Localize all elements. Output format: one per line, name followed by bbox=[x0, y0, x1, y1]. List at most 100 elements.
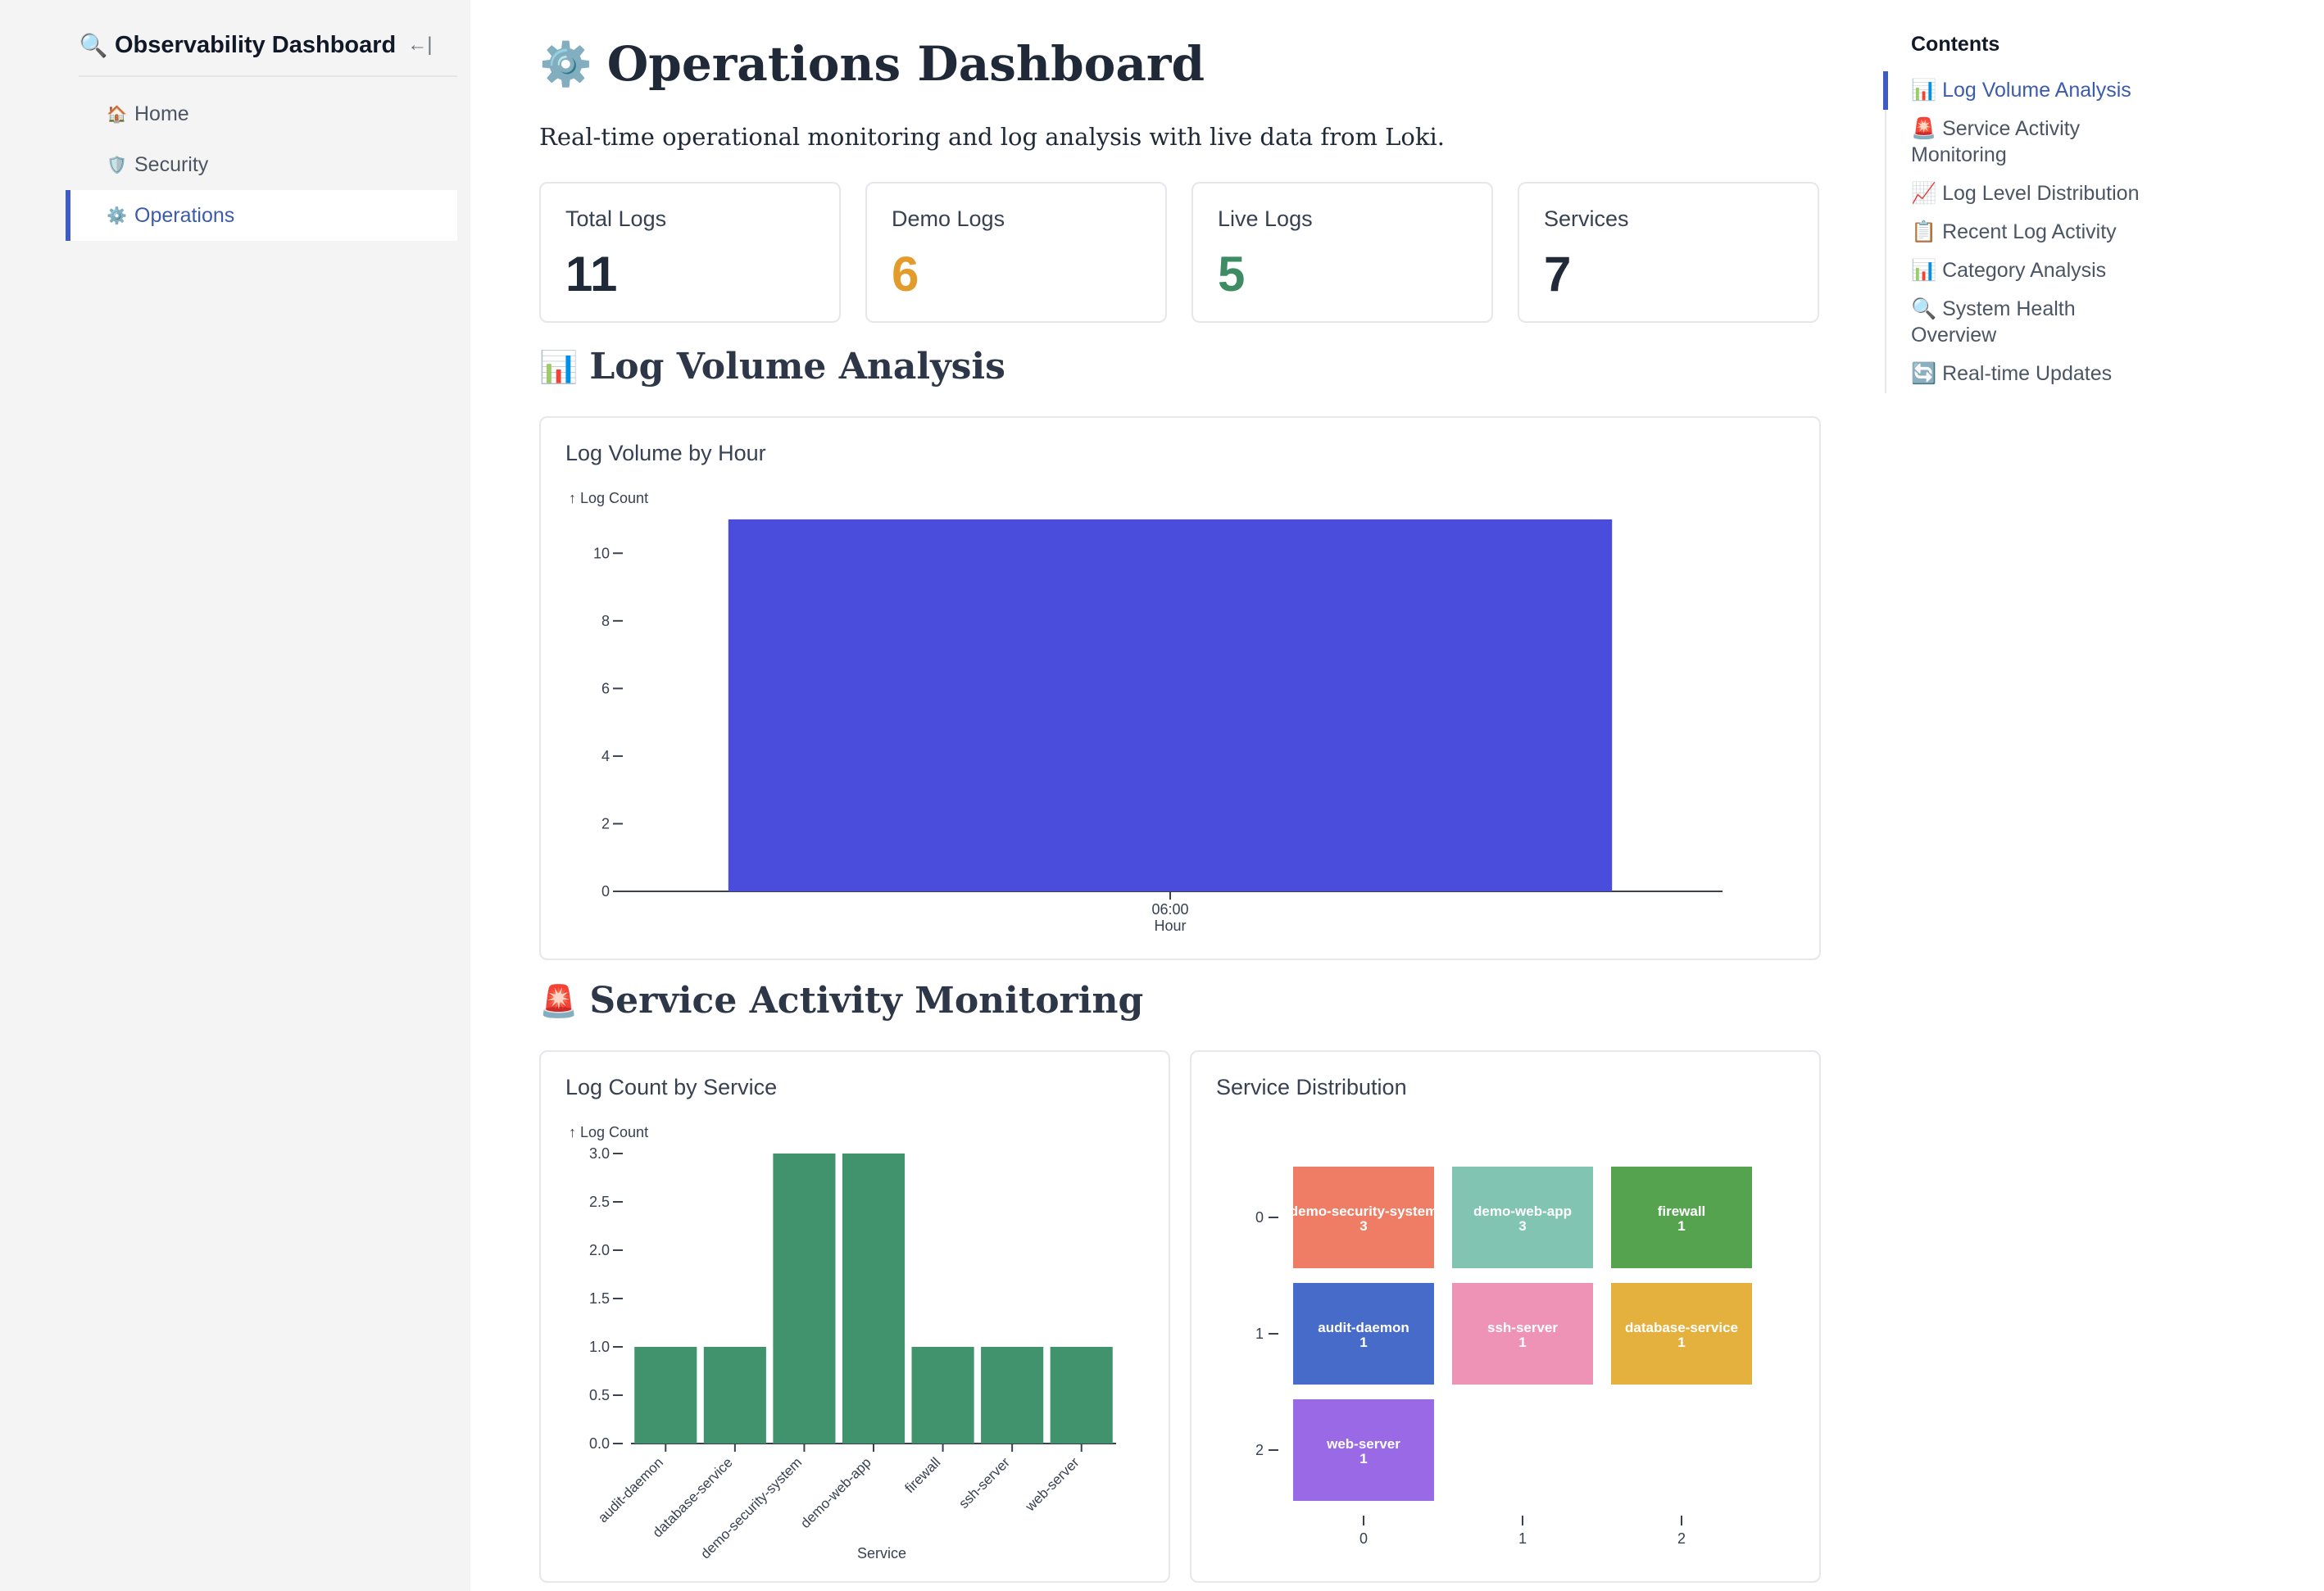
x-tick-label: 06:00 bbox=[1151, 901, 1188, 918]
bar bbox=[728, 519, 1613, 891]
stat-label: Services bbox=[1544, 206, 1629, 231]
stat-value: 5 bbox=[1218, 247, 1246, 301]
sidebar-item-operations[interactable]: ⚙️ Operations bbox=[66, 190, 457, 241]
cell-label: ssh-server bbox=[1487, 1320, 1558, 1335]
sidebar-item-security[interactable]: 🛡️ Security bbox=[66, 139, 457, 190]
sidebar-item-label: Operations bbox=[134, 203, 235, 227]
y-tick-label: 10 bbox=[593, 545, 610, 561]
cell-label: firewall bbox=[1658, 1203, 1706, 1219]
service-distribution-chart: 0120 1 2demo-security-system3demo-web-app3… bbox=[1255, 1167, 1752, 1547]
stat-card-live-logs: Live Logs 5 bbox=[1192, 182, 1493, 323]
y-tick-label: 3.0 bbox=[589, 1145, 610, 1162]
shield-icon: 🛡️ bbox=[107, 156, 127, 175]
y-tick-label: 6 bbox=[601, 680, 610, 696]
stat-card-total-logs: Total Logs 11 bbox=[539, 182, 841, 323]
log-volume-by-hour-chart: ↑ Log Count 0 2 4 6 8 10 06:00Hour bbox=[569, 490, 1723, 934]
y-tick-label: 2.5 bbox=[589, 1194, 610, 1210]
x-tick-label: firewall bbox=[902, 1454, 944, 1496]
stat-card-demo-logs: Demo Logs 6 bbox=[865, 182, 1167, 323]
x-tick-label: ssh-server bbox=[955, 1454, 1013, 1512]
cell-value: 3 bbox=[1359, 1218, 1367, 1234]
toc-item-log-level-distribution[interactable]: 📈 Log Level Distribution bbox=[1886, 175, 2157, 213]
y-tick-label: 0.5 bbox=[589, 1387, 610, 1403]
stat-value: 11 bbox=[565, 247, 618, 301]
x-tick-label: audit-daemon bbox=[595, 1454, 666, 1525]
sidebar-item-home[interactable]: 🏠 Home bbox=[66, 88, 457, 139]
section-heading-text: Service Activity Monitoring bbox=[589, 980, 1144, 1022]
cell-label: audit-daemon bbox=[1318, 1320, 1409, 1335]
gear-icon: ⚙️ bbox=[107, 206, 127, 225]
sidebar: 🔍 Observability Dashboard ←| 🏠 Home 🛡️ S… bbox=[0, 0, 470, 1591]
bar-chart-icon: 📊 bbox=[539, 347, 579, 385]
bar bbox=[842, 1154, 906, 1444]
table-of-contents: Contents 📊 Log Volume Analysis 🚨 Service… bbox=[1883, 33, 2229, 393]
toc-item-category-analysis[interactable]: 📊 Category Analysis bbox=[1886, 252, 2157, 290]
stat-label: Live Logs bbox=[1218, 206, 1313, 231]
cell-label: demo-web-app bbox=[1473, 1203, 1572, 1219]
cell-label: database-service bbox=[1625, 1320, 1738, 1335]
y-axis-label: ↑ Log Count bbox=[569, 490, 648, 506]
sidebar-nav: 🏠 Home 🛡️ Security ⚙️ Operations bbox=[66, 88, 457, 241]
section-heading-log-volume: 📊 Log Volume Analysis bbox=[539, 346, 1005, 388]
gear-icon: ⚙️ bbox=[539, 39, 592, 89]
page-subtitle: Real-time operational monitoring and log… bbox=[539, 123, 1445, 151]
cell-value: 3 bbox=[1518, 1218, 1526, 1234]
stat-value: 7 bbox=[1544, 247, 1572, 301]
cell-value: 1 bbox=[1518, 1335, 1526, 1350]
stat-card-services: Services 7 bbox=[1518, 182, 1819, 323]
toc-item-real-time-updates[interactable]: 🔄 Real-time Updates bbox=[1886, 355, 2157, 393]
y-axis-label: ↑ Log Count bbox=[569, 1124, 648, 1140]
y-tick-label: 1.5 bbox=[589, 1290, 610, 1307]
x-tick-label: 1 bbox=[1518, 1530, 1527, 1547]
y-tick-label: 0.0 bbox=[589, 1435, 610, 1452]
page-title-text: Operations Dashboard bbox=[606, 36, 1205, 92]
chart-card-log-count-by-service: Log Count by Service ↑ Log Count 0.0 0.5 1.… bbox=[539, 1050, 1170, 1583]
x-axis-label: Service bbox=[857, 1545, 906, 1562]
x-tick-label: 0 bbox=[1359, 1530, 1368, 1547]
page-title: ⚙️ Operations Dashboard bbox=[539, 36, 1205, 92]
x-tick-label: web-server bbox=[1022, 1454, 1083, 1515]
collapse-sidebar-icon[interactable]: ←| bbox=[407, 34, 432, 57]
y-tick-label: 8 bbox=[601, 613, 610, 629]
cell-value: 1 bbox=[1359, 1335, 1367, 1350]
stat-value: 6 bbox=[892, 247, 919, 301]
y-tick-label: 0 bbox=[1255, 1209, 1264, 1226]
sidebar-item-label: Home bbox=[134, 102, 189, 125]
bar bbox=[1050, 1347, 1113, 1444]
cell-label: demo-security-system bbox=[1290, 1203, 1437, 1219]
sidebar-header: 🔍 Observability Dashboard ←| bbox=[79, 15, 457, 77]
toc-item-log-volume-analysis[interactable]: 📊 Log Volume Analysis bbox=[1883, 71, 2157, 110]
toc-item-system-health-overview[interactable]: 🔍 System Health Overview bbox=[1886, 290, 2099, 355]
stat-label: Demo Logs bbox=[892, 206, 1005, 231]
toc-item-recent-log-activity[interactable]: 📋 Recent Log Activity bbox=[1886, 213, 2157, 252]
toc-item-service-activity-monitoring[interactable]: 🚨 Service Activity Monitoring bbox=[1886, 110, 2099, 175]
cell-value: 1 bbox=[1677, 1218, 1685, 1234]
toc-list: 📊 Log Volume Analysis 🚨 Service Activity… bbox=[1883, 71, 2229, 393]
alarm-light-icon: 🚨 bbox=[539, 981, 579, 1019]
x-tick-label: demo-web-app bbox=[797, 1454, 874, 1531]
cell-value: 1 bbox=[1677, 1335, 1685, 1350]
x-axis-label: Hour bbox=[1154, 918, 1186, 934]
y-tick-label: 2 bbox=[601, 815, 610, 832]
bar bbox=[981, 1347, 1044, 1444]
toc-title: Contents bbox=[1911, 33, 2000, 56]
y-tick-label: 1.0 bbox=[589, 1339, 610, 1355]
section-heading-service-activity: 🚨 Service Activity Monitoring bbox=[539, 980, 1143, 1022]
sidebar-item-label: Security bbox=[134, 152, 209, 176]
app-title[interactable]: Observability Dashboard bbox=[115, 32, 396, 59]
y-tick-label: 2.0 bbox=[589, 1242, 610, 1258]
stat-label: Total Logs bbox=[565, 206, 667, 231]
bar bbox=[703, 1347, 766, 1444]
bar bbox=[634, 1347, 697, 1444]
search-icon: 🔍 bbox=[79, 32, 108, 58]
x-tick-label: 2 bbox=[1677, 1530, 1686, 1547]
house-icon: 🏠 bbox=[107, 105, 127, 124]
cell-label: web-server bbox=[1326, 1436, 1400, 1452]
bar bbox=[911, 1347, 974, 1444]
y-tick-label: 2 bbox=[1255, 1442, 1264, 1458]
cell-value: 1 bbox=[1359, 1451, 1367, 1466]
chart-card-log-volume-by-hour: Log Volume by Hour ↑ Log Count 0 2 4 6 8 10 06:… bbox=[539, 416, 1821, 960]
log-count-by-service-chart: ↑ Log Count 0.0 0.5 1.0 1.5 2.0 2.5 3.0 audit-da… bbox=[569, 1124, 1116, 1562]
y-tick-label: 4 bbox=[601, 748, 610, 764]
y-tick-label: 1 bbox=[1255, 1326, 1264, 1342]
